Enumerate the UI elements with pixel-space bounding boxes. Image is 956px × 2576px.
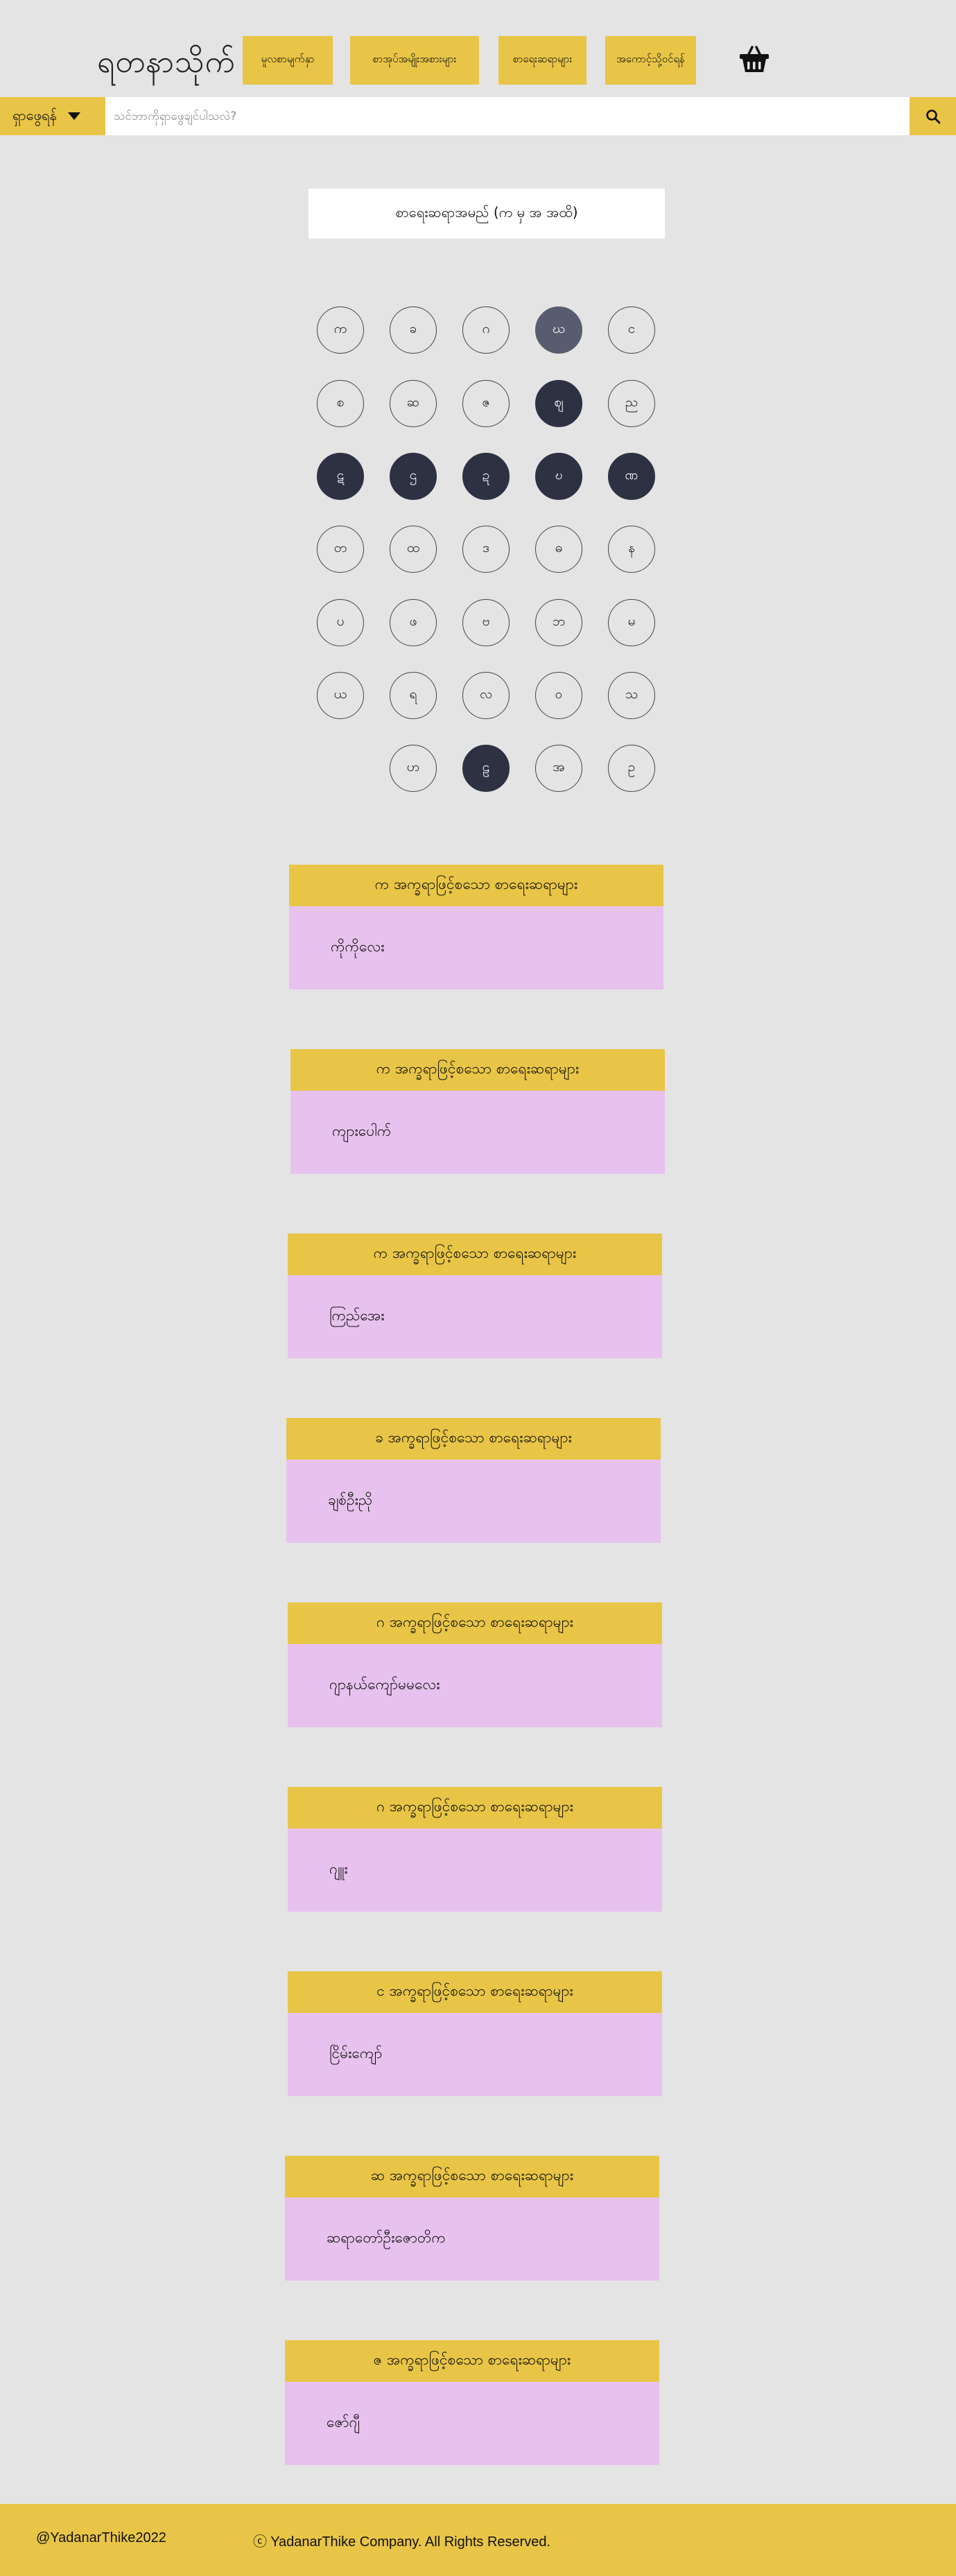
site-footer: @YadanarThike2022 ⓒ YadanarThike Company… [0, 2504, 956, 2576]
author-card: င အက္ခရာဖြင့်စသော စာရေးဆရာများ ငြိမ်းကျော… [288, 1971, 662, 2096]
letter-button[interactable]: ဘ [535, 599, 582, 646]
letter-button[interactable]: တ [317, 526, 364, 573]
author-name-link[interactable]: ချစ်ဦးညို [286, 1460, 661, 1543]
search-filter-label: ရှာဖွေရန် [12, 106, 57, 123]
author-name-link[interactable]: ဂျူး [288, 1829, 662, 1912]
letter-button[interactable]: ဓ [535, 526, 582, 573]
author-card-heading: ဂ အက္ခရာဖြင့်စသော စာရေးဆရာများ [288, 1602, 662, 1644]
letter-button[interactable]: ဂ [462, 306, 510, 354]
letter-button[interactable]: ဃ [535, 306, 582, 354]
author-card-heading: င အက္ခရာဖြင့်စသော စာရေးဆရာများ [288, 1971, 662, 2013]
author-card-heading: က အက္ခရာဖြင့်စသော စာရေးဆရာများ [288, 1234, 662, 1275]
letter-button[interactable]: ဥ [608, 745, 655, 792]
author-card-heading: ခ အက္ခရာဖြင့်စသော စာရေးဆရာများ [286, 1418, 661, 1460]
search-input[interactable] [105, 97, 910, 135]
author-card: က အက္ခရာဖြင့်စသော စာရေးဆရာများ ကျားပေါက် [290, 1049, 665, 1174]
letter-button[interactable]: ရ [390, 672, 437, 719]
letter-button[interactable]: ဇ [462, 380, 510, 427]
letter-button[interactable]: ဆ [390, 380, 437, 427]
search-icon [925, 109, 940, 123]
letter-button[interactable]: ဍ [462, 453, 510, 500]
author-card: ဇ အက္ခရာဖြင့်စသော စာရေးဆရာများ ဇော်ဂျီ [285, 2340, 659, 2465]
author-card-heading: ဇ အက္ခရာဖြင့်စသော စာရေးဆရာများ [285, 2340, 659, 2382]
letter-button[interactable]: င [608, 306, 655, 354]
caret-down-icon [67, 112, 80, 120]
basket-icon[interactable] [737, 42, 772, 76]
letter-button[interactable]: လ [462, 672, 510, 719]
letter-button[interactable]: က [317, 306, 364, 354]
author-card: က အက္ခရာဖြင့်စသော စာရေးဆရာများ ကိုကိုလေး [289, 865, 663, 989]
nav-home[interactable]: မူလစာမျက်နှာ [243, 36, 333, 85]
author-name-link[interactable]: ကျားပေါက် [290, 1091, 665, 1174]
letter-button[interactable]: ဒ [462, 526, 510, 573]
author-name-link[interactable]: ငြိမ်းကျော် [288, 2013, 662, 2096]
search-button[interactable] [910, 97, 956, 135]
search-filter-dropdown[interactable]: ရှာဖွေရန် [0, 97, 105, 135]
author-card-heading: က အက္ခရာဖြင့်စသော စာရေးဆရာများ [289, 865, 663, 906]
nav-authors[interactable]: စာရေးဆရာများ [498, 36, 586, 85]
letter-button[interactable]: မ [608, 599, 655, 646]
nav-categories[interactable]: စာအုပ်အမျိုးအစားများ [350, 36, 479, 85]
author-card: က အက္ခရာဖြင့်စသော စာရေးဆရာများ ကြည်အေး [288, 1234, 662, 1358]
letter-button[interactable]: စ [317, 380, 364, 427]
author-name-link[interactable]: ကိုကိုလေး [289, 906, 663, 989]
author-card: ဂ အက္ခရာဖြင့်စသော စာရေးဆရာများ ဂျူး [288, 1787, 662, 1912]
author-card: ဂ အက္ခရာဖြင့်စသော စာရေးဆရာများ ဂျာနယ်ကျော… [288, 1602, 662, 1727]
author-card-heading: ဆ အက္ခရာဖြင့်စသော စာရေးဆရာများ [285, 2156, 659, 2197]
letter-button[interactable]: ည [608, 380, 655, 427]
letter-button[interactable]: ဠ [462, 745, 510, 792]
letter-button[interactable]: ခ [390, 306, 437, 354]
author-card: ခ အက္ခရာဖြင့်စသော စာရေးဆရာများ ချစ်ဦးညို [286, 1418, 661, 1543]
author-name-link[interactable]: ကြည်အေး [288, 1275, 662, 1358]
letter-button[interactable]: ဝ [535, 672, 582, 719]
letter-button[interactable]: ထ [390, 526, 437, 573]
author-name-link[interactable]: ဂျာနယ်ကျော်မမလေး [288, 1644, 662, 1727]
footer-handle[interactable]: @YadanarThike2022 [36, 2530, 166, 2546]
author-name-link[interactable]: ဆရာတော်ဦးဇောတိက [285, 2197, 659, 2281]
letter-button[interactable]: ဋ [317, 453, 364, 500]
author-card: ဆ အက္ခရာဖြင့်စသော စာရေးဆရာများ ဆရာတော်ဦးဇ… [285, 2156, 659, 2281]
letter-button[interactable]: ဏ [608, 453, 655, 500]
site-logo[interactable]: ရတနာသိုက် [97, 42, 236, 83]
letter-button[interactable]: ဌ [390, 453, 437, 500]
letter-button[interactable]: သ [608, 672, 655, 719]
letter-button[interactable]: ယ [317, 672, 364, 719]
site-header: ရတနာသိုက် မူလစာမျက်နှာ စာအုပ်အမျိုးအစားမ… [0, 0, 956, 97]
author-card-heading: က အက္ခရာဖြင့်စသော စာရေးဆရာများ [290, 1049, 665, 1091]
letter-button[interactable]: အ [535, 745, 582, 792]
letter-button[interactable]: ဎ [535, 453, 582, 500]
letter-button[interactable]: ဈ [535, 380, 582, 427]
letter-button[interactable]: ဖ [390, 599, 437, 646]
author-card-heading: ဂ အက္ခရာဖြင့်စသော စာရေးဆရာများ [288, 1787, 662, 1829]
letter-button[interactable]: န [608, 526, 655, 573]
author-name-link[interactable]: ဇော်ဂျီ [285, 2382, 659, 2465]
page-title: စာရေးဆရာအမည် (က မှ အ အထိ) [308, 189, 665, 239]
letter-button[interactable]: ပ [317, 599, 364, 646]
letter-button[interactable]: ဗ [462, 599, 510, 646]
search-bar: ရှာဖွေရန် [0, 97, 956, 135]
nav-login[interactable]: အကောင့်သို့ဝင်ရန် [605, 36, 696, 85]
letter-button[interactable]: ဟ [390, 745, 437, 792]
footer-copyright: ⓒ YadanarThike Company. All Rights Reser… [253, 2534, 551, 2550]
